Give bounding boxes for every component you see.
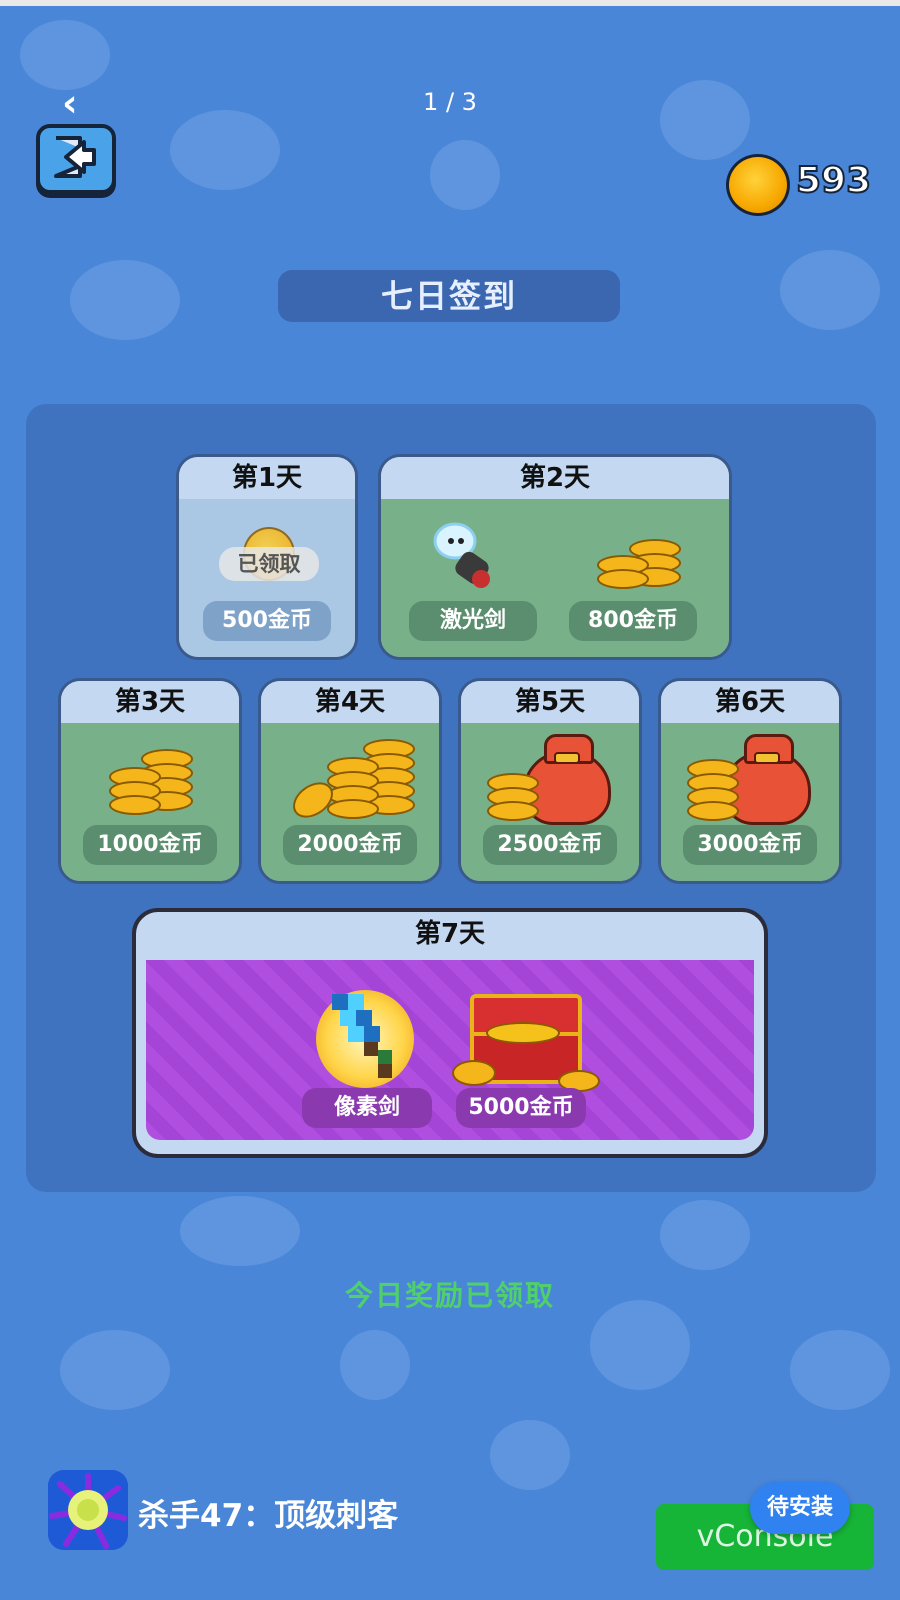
reward-label: 500金币 xyxy=(203,601,331,641)
day-body: 已领取 500金币 xyxy=(179,499,355,657)
day-body: 1000金币 xyxy=(61,723,239,881)
day-label: 第6天 xyxy=(661,681,839,723)
bg-blob xyxy=(170,110,280,190)
reward-label: 800金币 xyxy=(569,601,697,641)
day-card-5[interactable]: 第5天 2500金币 xyxy=(458,678,642,884)
day-label: 第7天 xyxy=(414,919,486,949)
day-label: 第4天 xyxy=(261,681,439,723)
day-label: 第5天 xyxy=(461,681,639,723)
app-logo-icon xyxy=(48,1470,128,1550)
coin-stack-icon xyxy=(687,753,743,821)
day-body: 3000金币 xyxy=(661,723,839,881)
coin-stack-icon xyxy=(487,763,543,821)
exit-door-icon xyxy=(54,136,96,178)
app-name[interactable]: 杀手47：顶级刺客 xyxy=(138,1490,398,1535)
pixel-sword-icon xyxy=(332,994,392,1078)
reward-label: 激光剑 xyxy=(409,601,537,641)
bg-blob xyxy=(660,1200,750,1270)
page-indicator: 1 / 3 xyxy=(423,88,477,116)
claimed-badge: 已领取 xyxy=(219,547,319,581)
day-card-6[interactable]: 第6天 3000金币 xyxy=(658,678,842,884)
reward-label: 像素剑 xyxy=(302,1088,432,1128)
day-card-1[interactable]: 第1天 已领取 500金币 xyxy=(176,454,358,660)
coin-balance: 593 xyxy=(795,159,872,202)
bg-blob xyxy=(660,80,750,160)
reward-label: 2000金币 xyxy=(283,825,417,865)
coin-stack-icon xyxy=(109,745,199,815)
coin-stack-icon xyxy=(286,739,415,825)
bg-blob xyxy=(20,20,110,90)
bg-blob xyxy=(780,250,880,330)
laser-sword-icon xyxy=(433,522,490,588)
reward-label: 3000金币 xyxy=(683,825,817,865)
exit-button[interactable] xyxy=(36,124,116,194)
top-edge xyxy=(0,0,900,6)
day-body: 激光剑 800金币 xyxy=(381,499,729,657)
install-badge[interactable]: 待安装 xyxy=(750,1482,850,1534)
reward-label: 1000金币 xyxy=(83,825,217,865)
day-card-2[interactable]: 第2天 激光剑 800金币 xyxy=(378,454,732,660)
reward-label: 2500金币 xyxy=(483,825,617,865)
coin-stack-icon xyxy=(593,531,683,591)
sign-in-screen: ‹ 1 / 3 593 七日签到 第1天 已领取 500金币 第2天 激光剑 8… xyxy=(0,0,900,1600)
day-card-7[interactable]: 第7天 像素剑 5000金币 xyxy=(132,908,768,1158)
gold-coin-icon xyxy=(726,154,790,216)
day-label: 第3天 xyxy=(61,681,239,723)
day-body: 像素剑 5000金币 xyxy=(146,960,754,1140)
app-icon[interactable] xyxy=(48,1470,128,1550)
bg-blob xyxy=(60,1330,170,1410)
day-card-4[interactable]: 第4天 2000金币 xyxy=(258,678,442,884)
treasure-chest-icon xyxy=(452,988,600,1092)
day-card-3[interactable]: 第3天 1000金币 xyxy=(58,678,242,884)
bg-blob xyxy=(340,1330,410,1400)
bg-blob xyxy=(430,140,500,210)
status-message: 今日奖励已领取 xyxy=(344,1279,555,1312)
bg-blob xyxy=(70,260,180,340)
bg-blob xyxy=(180,1196,300,1266)
day-label: 第2天 xyxy=(381,457,729,499)
day-body: 2500金币 xyxy=(461,723,639,881)
page-title: 七日签到 xyxy=(278,270,620,322)
day-label: 第1天 xyxy=(179,457,355,499)
back-chevron-icon[interactable]: ‹ xyxy=(62,84,92,122)
reward-label: 5000金币 xyxy=(456,1088,586,1128)
bg-blob xyxy=(490,1420,570,1490)
day-body: 2000金币 xyxy=(261,723,439,881)
bg-blob xyxy=(790,1330,890,1410)
